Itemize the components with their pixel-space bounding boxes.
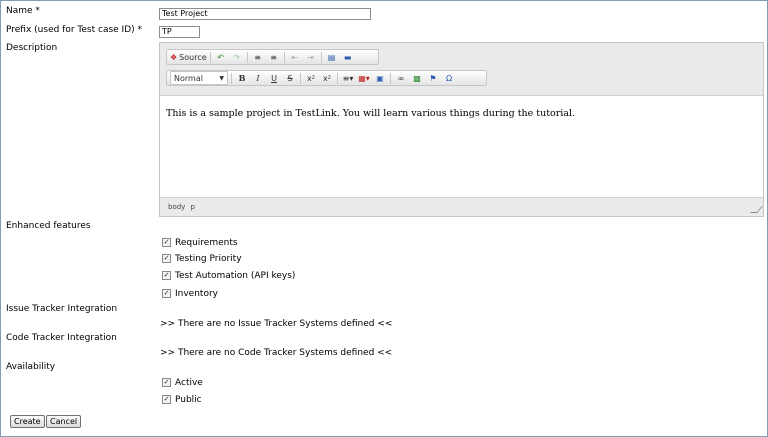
checkbox-public[interactable]: ✓ bbox=[162, 395, 171, 404]
checkbox-inventory[interactable]: ✓ bbox=[162, 289, 171, 298]
toolbar-separator bbox=[283, 51, 285, 63]
description-editor: ❖ Source ↶ ↷ ≡ ≡ ⇤ ⇥ ▤ ▬ Normal ▼ B I U … bbox=[159, 42, 764, 217]
italic-button[interactable]: I bbox=[251, 71, 265, 85]
checkbox-label: Requirements bbox=[175, 238, 238, 248]
checkbox-label: Active bbox=[175, 378, 203, 388]
link-icon[interactable]: ∞ bbox=[394, 71, 408, 85]
image-icon[interactable]: ▣ bbox=[373, 71, 387, 85]
strikethrough-button[interactable]: S bbox=[283, 71, 297, 85]
outdent-icon[interactable]: ⇤ bbox=[288, 50, 302, 64]
bulleted-list-icon[interactable]: ≡ bbox=[267, 50, 281, 64]
name-input[interactable]: Test Project bbox=[159, 8, 371, 20]
underline-button[interactable]: U bbox=[267, 71, 281, 85]
templates-icon[interactable]: ▤ bbox=[325, 50, 339, 64]
table-icon[interactable]: ▦▾ bbox=[357, 71, 371, 85]
checkbox-label: Public bbox=[175, 395, 202, 405]
issue-tracker-message: >> There are no Issue Tracker Systems de… bbox=[160, 319, 393, 329]
toolbar-separator bbox=[300, 72, 301, 84]
indent-icon[interactable]: ⇥ bbox=[304, 50, 318, 64]
toolbar-separator bbox=[231, 72, 232, 84]
code-tracker-label: Code Tracker Integration bbox=[6, 333, 117, 343]
path-body[interactable]: body bbox=[168, 203, 185, 211]
toolbar-separator bbox=[390, 72, 391, 84]
path-p[interactable]: p bbox=[191, 203, 195, 211]
format-select[interactable]: Normal ▼ bbox=[170, 71, 228, 85]
checkbox-label: Test Automation (API keys) bbox=[175, 271, 296, 281]
toolbar-separator bbox=[337, 72, 338, 84]
cancel-button[interactable]: Cancel bbox=[46, 415, 82, 428]
source-icon: ❖ bbox=[170, 52, 178, 62]
source-button-label: Source bbox=[179, 52, 207, 62]
enhanced-features-label: Enhanced features bbox=[6, 221, 91, 231]
special-char-icon[interactable]: Ω bbox=[442, 71, 456, 85]
showblocks-icon[interactable]: ▬ bbox=[341, 50, 355, 64]
redo-icon[interactable]: ↷ bbox=[230, 50, 244, 64]
create-button[interactable]: Create bbox=[10, 415, 45, 428]
name-label: Name * bbox=[6, 6, 40, 16]
checkbox-requirements[interactable]: ✓ bbox=[162, 238, 171, 247]
resize-handle-icon[interactable] bbox=[750, 206, 763, 213]
toolbar-separator bbox=[320, 51, 322, 63]
editor-content-area[interactable]: This is a sample project in TestLink. Yo… bbox=[160, 95, 763, 198]
checkbox-test-automation[interactable]: ✓ bbox=[162, 271, 171, 280]
checkbox-testing-priority[interactable]: ✓ bbox=[162, 254, 171, 263]
numbered-list-icon[interactable]: ≡ bbox=[251, 50, 265, 64]
checkbox-active[interactable]: ✓ bbox=[162, 378, 171, 387]
description-label: Description bbox=[6, 43, 58, 53]
editor-toolbar-row2: Normal ▼ B I U S x2 x2 ≡▾ ▦▾ ▣ ∞ ▩ ⚑ Ω bbox=[166, 70, 487, 86]
anchor-icon[interactable]: ▩ bbox=[410, 71, 424, 85]
editor-content-text: This is a sample project in TestLink. Yo… bbox=[166, 108, 576, 119]
superscript-button[interactable]: x2 bbox=[320, 71, 334, 85]
subscript-button[interactable]: x2 bbox=[304, 71, 318, 85]
availability-label: Availability bbox=[6, 362, 56, 372]
flag-icon[interactable]: ⚑ bbox=[426, 71, 440, 85]
editor-toolbar-row1: ❖ Source ↶ ↷ ≡ ≡ ⇤ ⇥ ▤ ▬ bbox=[166, 49, 379, 65]
undo-icon[interactable]: ↶ bbox=[214, 50, 228, 64]
prefix-input[interactable]: TP bbox=[159, 26, 200, 38]
code-tracker-message: >> There are no Code Tracker Systems def… bbox=[160, 348, 393, 358]
checkbox-label: Inventory bbox=[175, 289, 218, 299]
editor-element-path: body p bbox=[168, 203, 195, 211]
source-button[interactable]: ❖ Source bbox=[170, 50, 207, 64]
chevron-down-icon: ▼ bbox=[219, 74, 224, 82]
bold-button[interactable]: B bbox=[235, 71, 249, 85]
align-icon[interactable]: ≡▾ bbox=[341, 71, 355, 85]
toolbar-separator bbox=[209, 51, 211, 63]
checkbox-label: Testing Priority bbox=[175, 254, 242, 264]
issue-tracker-label: Issue Tracker Integration bbox=[6, 304, 118, 314]
format-select-value: Normal bbox=[174, 73, 203, 83]
prefix-label: Prefix (used for Test case ID) * bbox=[6, 25, 143, 35]
toolbar-separator bbox=[246, 51, 248, 63]
